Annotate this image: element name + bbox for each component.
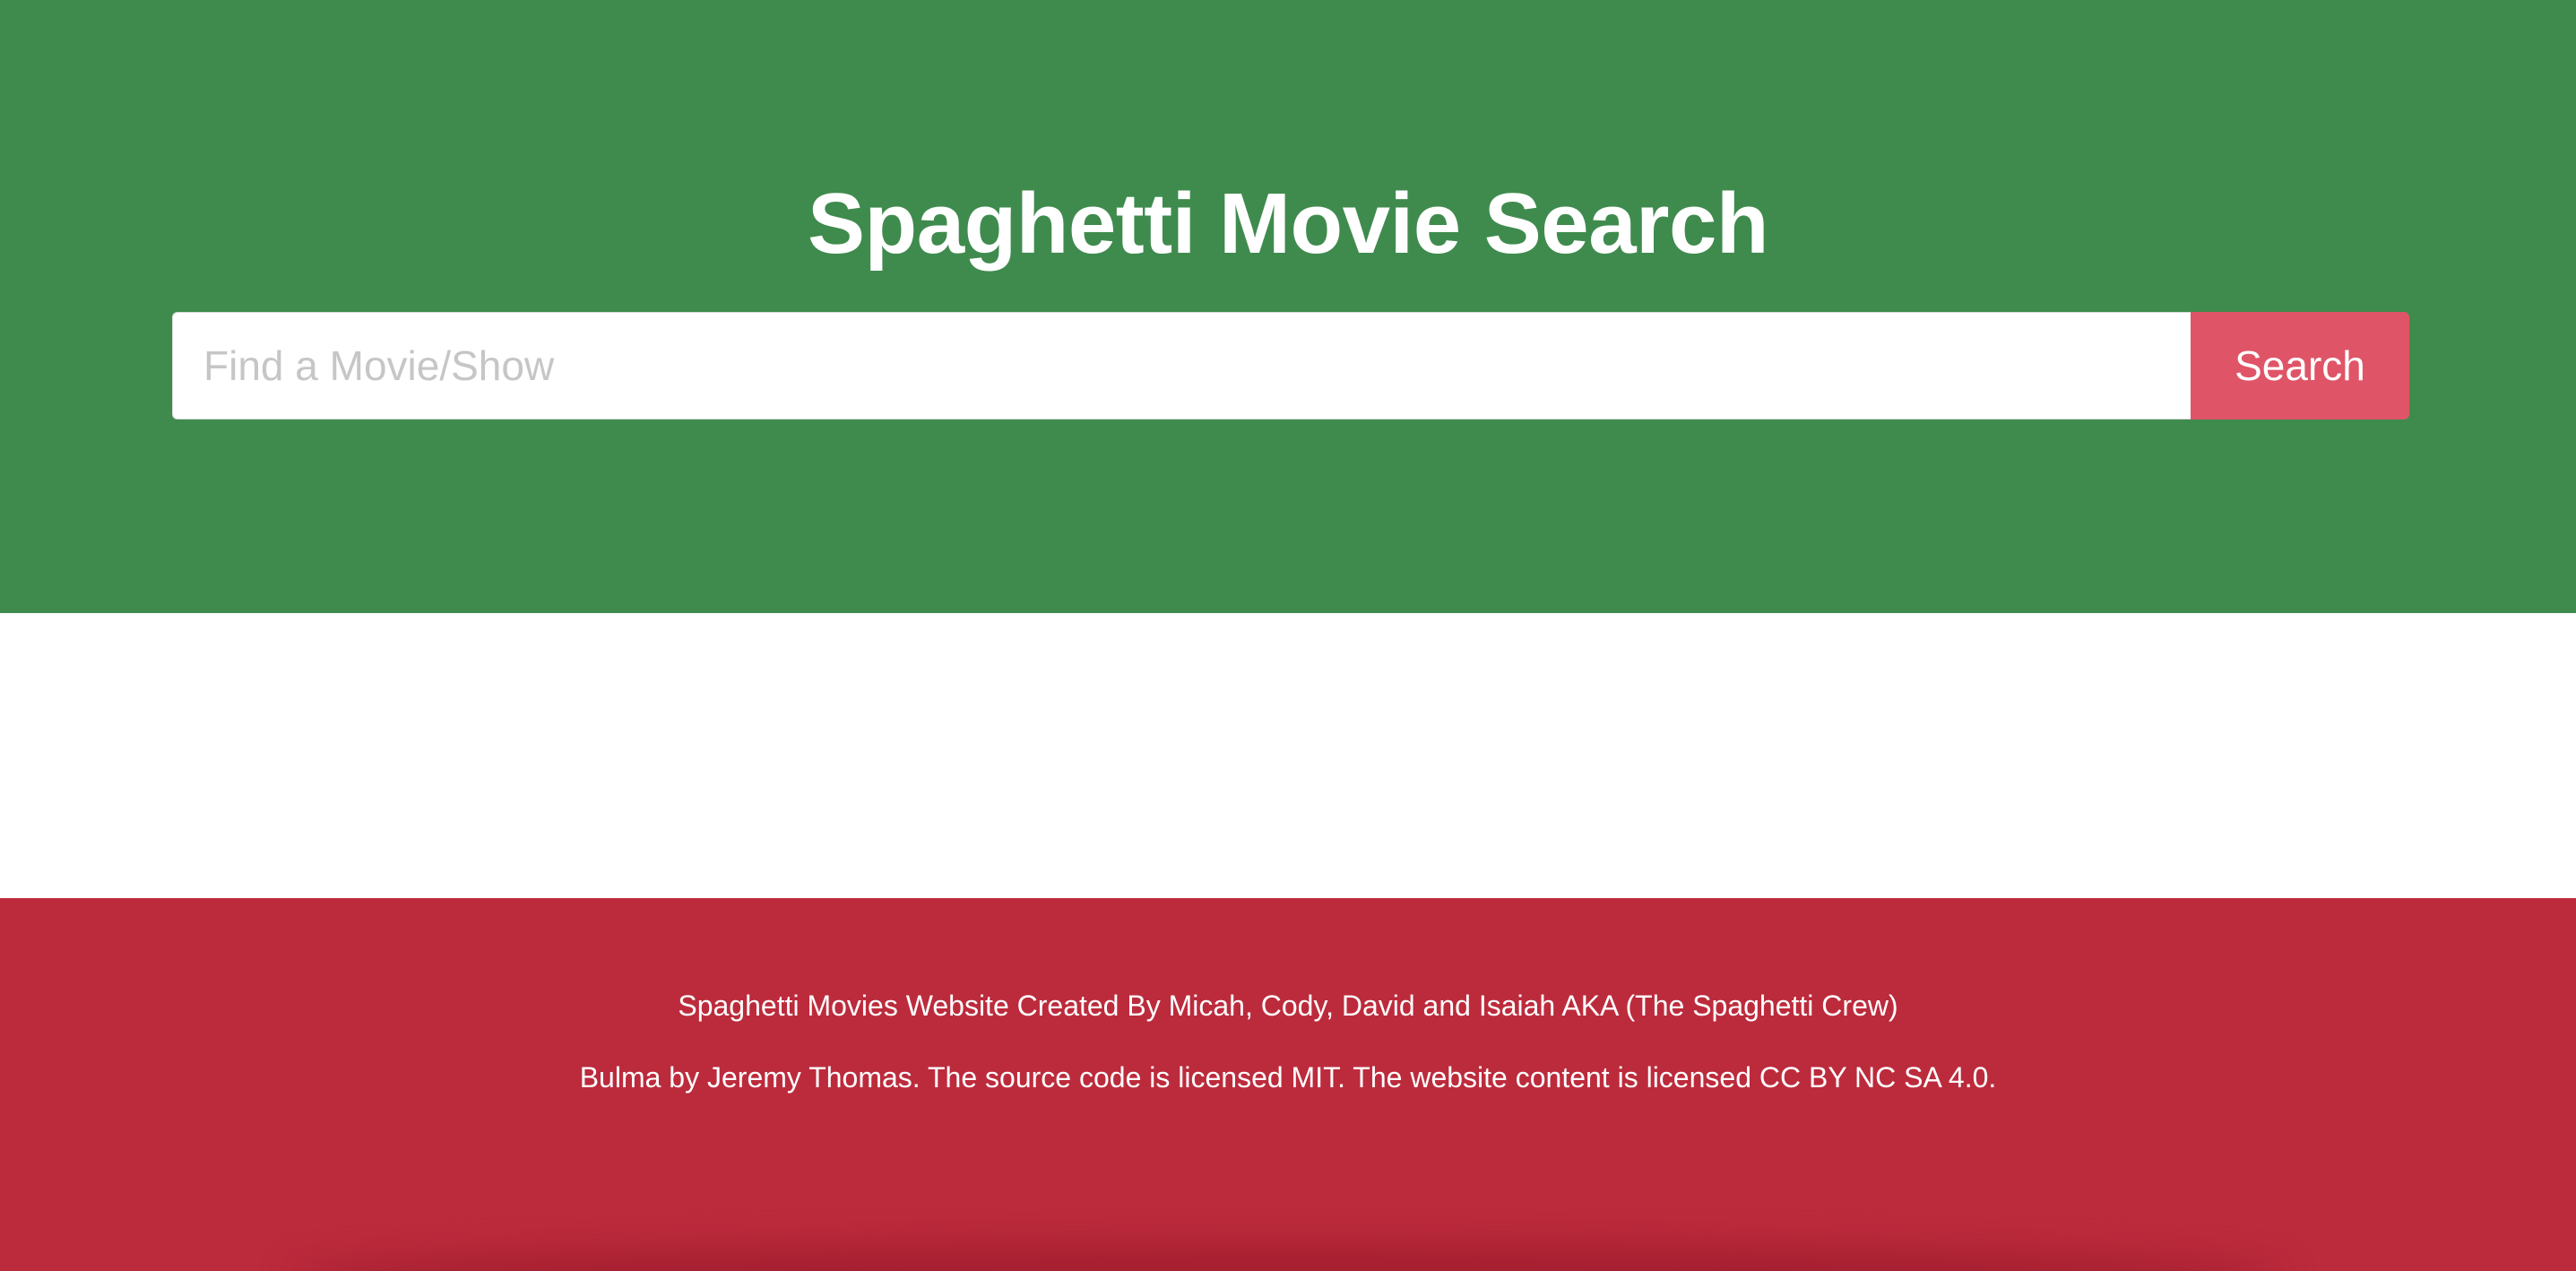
- page-title: Spaghetti Movie Search: [808, 176, 1768, 272]
- search-input[interactable]: [172, 312, 2191, 419]
- footer-credits: Spaghetti Movies Website Created By Mica…: [678, 990, 1898, 1022]
- footer: Spaghetti Movies Website Created By Mica…: [0, 898, 2576, 1271]
- results-area: [0, 613, 2576, 898]
- hero-section: Spaghetti Movie Search Search: [0, 0, 2576, 613]
- footer-shadow: [287, 1244, 2289, 1271]
- search-button[interactable]: Search: [2191, 312, 2409, 419]
- footer-license: Bulma by Jeremy Thomas. The source code …: [579, 1061, 1997, 1094]
- search-bar: Search: [172, 312, 2409, 419]
